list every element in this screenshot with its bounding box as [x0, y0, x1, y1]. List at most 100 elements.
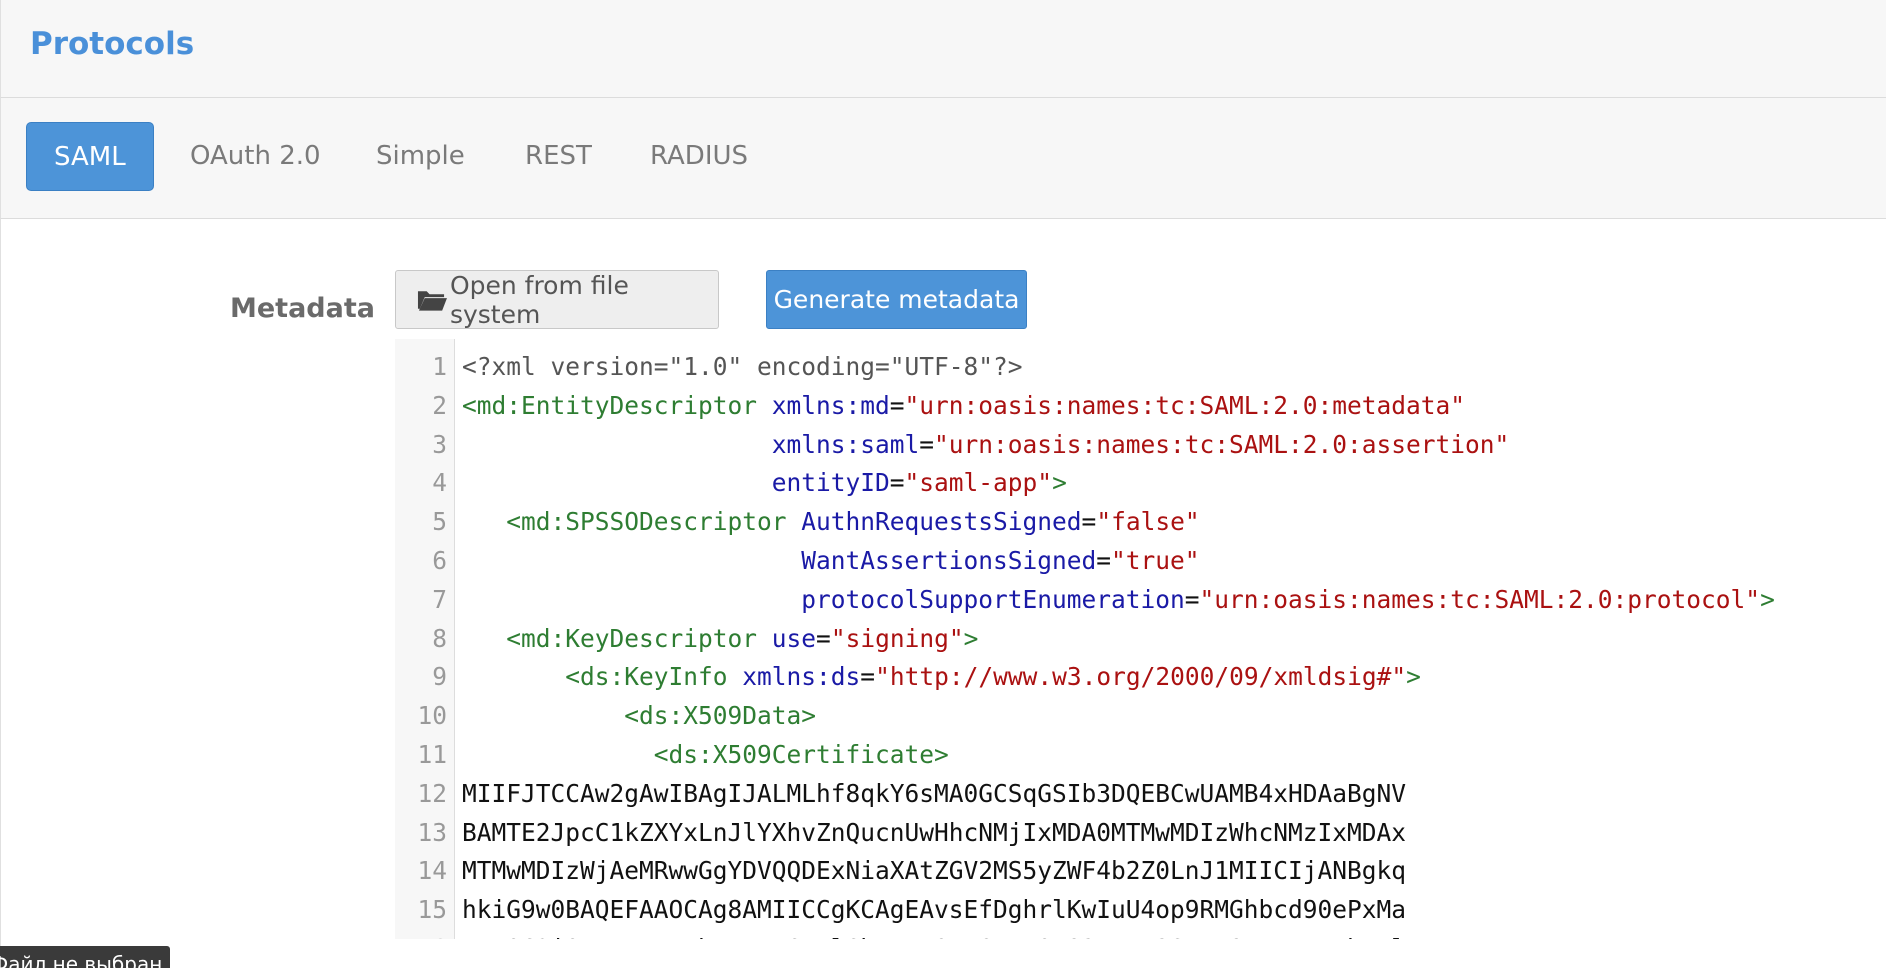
code-token: AuthnRequestsSigned	[801, 507, 1082, 537]
line-number: 12	[417, 778, 447, 808]
tab-oauth2[interactable]: OAuth 2.0	[163, 122, 348, 191]
code-line: 1 <?xml version="1.0" encoding="UTF-8"?>	[395, 348, 1886, 387]
code-token: >	[1052, 468, 1067, 498]
line-number: 1	[432, 352, 447, 381]
panel-header: Protocols	[0, 0, 1886, 98]
code-text: <ds:KeyInfo xmlns:ds="http://www.w3.org/…	[462, 658, 1421, 697]
metadata-label: Metadata	[230, 293, 375, 324]
code-token: <ds:X509Certificate>	[653, 739, 949, 769]
code-token: <md:EntityDescriptor	[462, 390, 772, 420]
code-token: =	[816, 623, 831, 653]
code-token: protocolSupportEnumeration	[801, 584, 1185, 614]
code-line: 13 BAMTE2JpcC1kZXYxLnJlYXhvZnQucnUwHhcNMj…	[395, 814, 1886, 853]
code-line: 15 hkiG9w0BAQEFAAOCAg8AMIICCgKCAgEAvsEfDg…	[395, 891, 1886, 930]
code-token: Ftz0C3i0ecWHnBV/bmqRxE6/Al6haXKr0N16ywt0…	[462, 934, 1406, 939]
code-token: xmlns:md	[771, 390, 890, 420]
code-token: =	[919, 429, 935, 459]
panel-title: Protocols	[30, 26, 195, 62]
tab-simple[interactable]: Simple	[349, 122, 492, 191]
line-number: 16	[395, 930, 447, 939]
code-token: use	[771, 623, 817, 653]
line-number: 6	[432, 545, 447, 575]
code-token: <md:SPSSODescriptor	[506, 507, 802, 537]
code-text: <md:KeyDescriptor use="signing">	[462, 620, 978, 659]
code-text: <?xml version="1.0" encoding="UTF-8"?>	[462, 348, 1023, 387]
code-token: =	[1096, 545, 1112, 575]
code-token: "urn:oasis:names:tc:SAML:2.0:assertion"	[934, 429, 1510, 459]
code-token: =	[860, 662, 876, 692]
code-text: hkiG9w0BAQEFAAOCAg8AMIICCgKCAgEAvsEfDghr…	[462, 891, 1406, 930]
code-token: =	[1184, 584, 1200, 614]
line-number: 4	[432, 468, 447, 498]
code-text: BAMTE2JpcC1kZXYxLnJlYXhvZnQucnUwHhcNMjIx…	[462, 814, 1406, 853]
code-text: <md:EntityDescriptor xmlns:md="urn:oasis…	[462, 387, 1465, 426]
code-token: MIIFJTCCAw2gAwIBAgIJALMLhf8qkY6sMA0GCSqG…	[462, 778, 1407, 808]
code-line: 8 <md:KeyDescriptor use="signing">	[395, 620, 1886, 659]
folder-open-icon	[417, 290, 447, 311]
code-text: entityID="saml-app">	[462, 464, 1067, 503]
protocol-tabs: SAML OAuth 2.0 Simple REST RADIUS	[0, 98, 1886, 219]
page: Protocols SAML OAuth 2.0 Simple REST RAD…	[0, 0, 1886, 968]
code-text: <ds:X509Data>	[462, 697, 816, 736]
file-input-status-text: Файл не выбран	[0, 952, 163, 968]
code-line: 5 <md:SPSSODescriptor AuthnRequestsSigne…	[395, 503, 1886, 542]
tab-rest[interactable]: REST	[498, 122, 619, 191]
code-text: MTMwMDIzWjAeMRwwGgYDVQQDExNiaXAtZGV2MS5y…	[462, 852, 1406, 891]
line-number: 10	[417, 701, 447, 731]
code-line: 3 xmlns:saml="urn:oasis:names:tc:SAML:2.…	[395, 426, 1886, 465]
code-token: >	[1406, 662, 1421, 692]
code-line: 16 Ftz0C3i0ecWHnBV/bmqRxE6/Al6haXKr0N16yw…	[395, 930, 1886, 939]
code-line: 11 <ds:X509Certificate>	[395, 736, 1886, 775]
line-number: 15	[417, 895, 447, 925]
code-token: >	[963, 623, 979, 653]
code-line: 6 WantAssertionsSigned="true"	[395, 542, 1886, 581]
code-text: Ftz0C3i0ecWHnBV/bmqRxE6/Al6haXKr0N16ywt0…	[462, 930, 1406, 939]
code-token: <ds:KeyInfo	[565, 662, 743, 692]
code-token: <ds:X509Data>	[624, 701, 817, 731]
code-token: "saml-app"	[904, 468, 1053, 498]
line-number: 11	[417, 739, 447, 769]
open-from-file-button[interactable]: Open from file system	[395, 270, 719, 329]
code-token: "urn:oasis:names:tc:SAML:2.0:protocol"	[1199, 584, 1761, 614]
code-line: 12 MIIFJTCCAw2gAwIBAgIJALMLhf8qkY6sMA0GCS…	[395, 775, 1886, 814]
saml-settings: Metadata Open from file system Generate …	[0, 219, 1886, 968]
tab-saml[interactable]: SAML	[26, 122, 154, 191]
generate-metadata-label: Generate metadata	[773, 285, 1020, 314]
line-number: 3	[432, 429, 447, 459]
code-token: WantAssertionsSigned	[801, 545, 1097, 575]
code-lines: 1 <?xml version="1.0" encoding="UTF-8"?> 2…	[395, 348, 1886, 939]
code-token: xmlns:ds	[742, 662, 861, 692]
code-text: xmlns:saml="urn:oasis:names:tc:SAML:2.0:…	[462, 426, 1510, 465]
code-line: 10 <ds:X509Data>	[395, 697, 1886, 736]
metadata-code-editor[interactable]: 1 <?xml version="1.0" encoding="UTF-8"?> 2…	[395, 339, 1886, 939]
code-token: "http://www.w3.org/2000/09/xmldsig#"	[875, 662, 1407, 692]
line-number: 7	[432, 584, 447, 614]
code-line: 4 entityID="saml-app">	[395, 464, 1886, 503]
line-number: 5	[432, 507, 447, 537]
code-line: 7 protocolSupportEnumeration="urn:oasis:…	[395, 581, 1886, 620]
line-number: 9	[432, 662, 447, 692]
code-token: =	[889, 468, 905, 498]
line-number: 14	[417, 856, 447, 886]
code-line: 9 <ds:KeyInfo xmlns:ds="http://www.w3.or…	[395, 658, 1886, 697]
code-line: 14 MTMwMDIzWjAeMRwwGgYDVQQDExNiaXAtZGV2MS…	[395, 852, 1886, 891]
code-token: <?xml version="1.0" encoding="UTF-8"?>	[462, 352, 1023, 381]
generate-metadata-button[interactable]: Generate metadata	[766, 270, 1027, 329]
tab-radius[interactable]: RADIUS	[623, 122, 775, 191]
code-token: "true"	[1111, 545, 1200, 575]
code-token: BAMTE2JpcC1kZXYxLnJlYXhvZnQucnUwHhcNMjIx…	[462, 817, 1407, 847]
code-text: WantAssertionsSigned="true"	[462, 542, 1200, 581]
line-number: 2	[432, 390, 447, 420]
open-from-file-label: Open from file system	[449, 270, 629, 329]
code-token: =	[889, 390, 905, 420]
code-token: <md:KeyDescriptor	[506, 623, 772, 653]
